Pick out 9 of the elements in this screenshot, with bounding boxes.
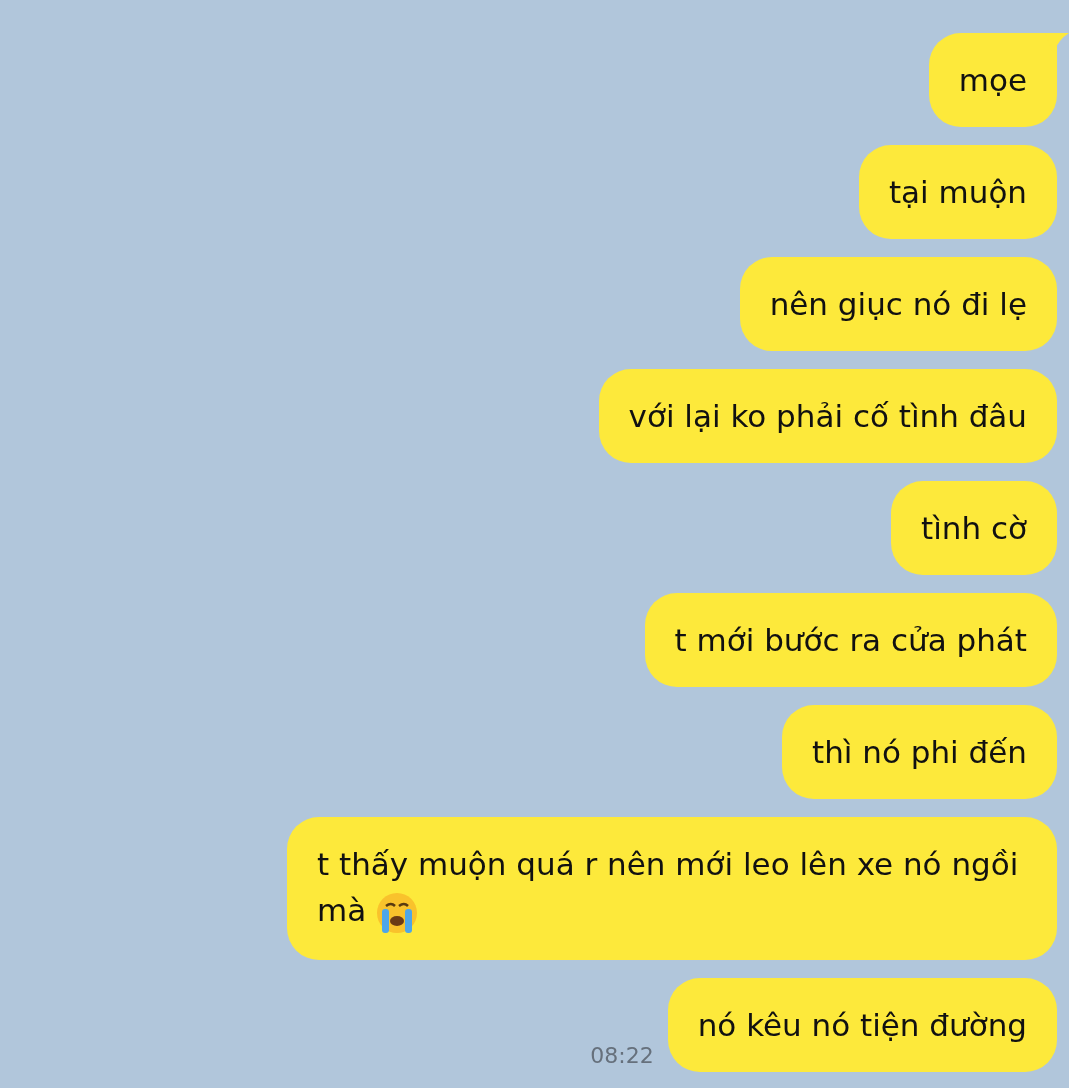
message-bubble: thì nó phi đến	[782, 705, 1057, 799]
message-bubble: với lại ko phải cố tình đâu	[598, 369, 1057, 463]
message-bubble: t mới bước ra cửa phát	[644, 593, 1057, 687]
message-bubble: tình cờ	[891, 481, 1057, 575]
message-bubble: t thấy muộn quá r nên mới leo lên xe nó ngồi mà	[287, 817, 1057, 960]
message-bubble: nên giục nó đi lẹ	[739, 257, 1057, 351]
message-time: 08:22	[590, 1042, 654, 1070]
message-bubble: tại muộn	[858, 145, 1057, 239]
message-bubble: nó kêu nó tiện đường	[667, 977, 1057, 1072]
